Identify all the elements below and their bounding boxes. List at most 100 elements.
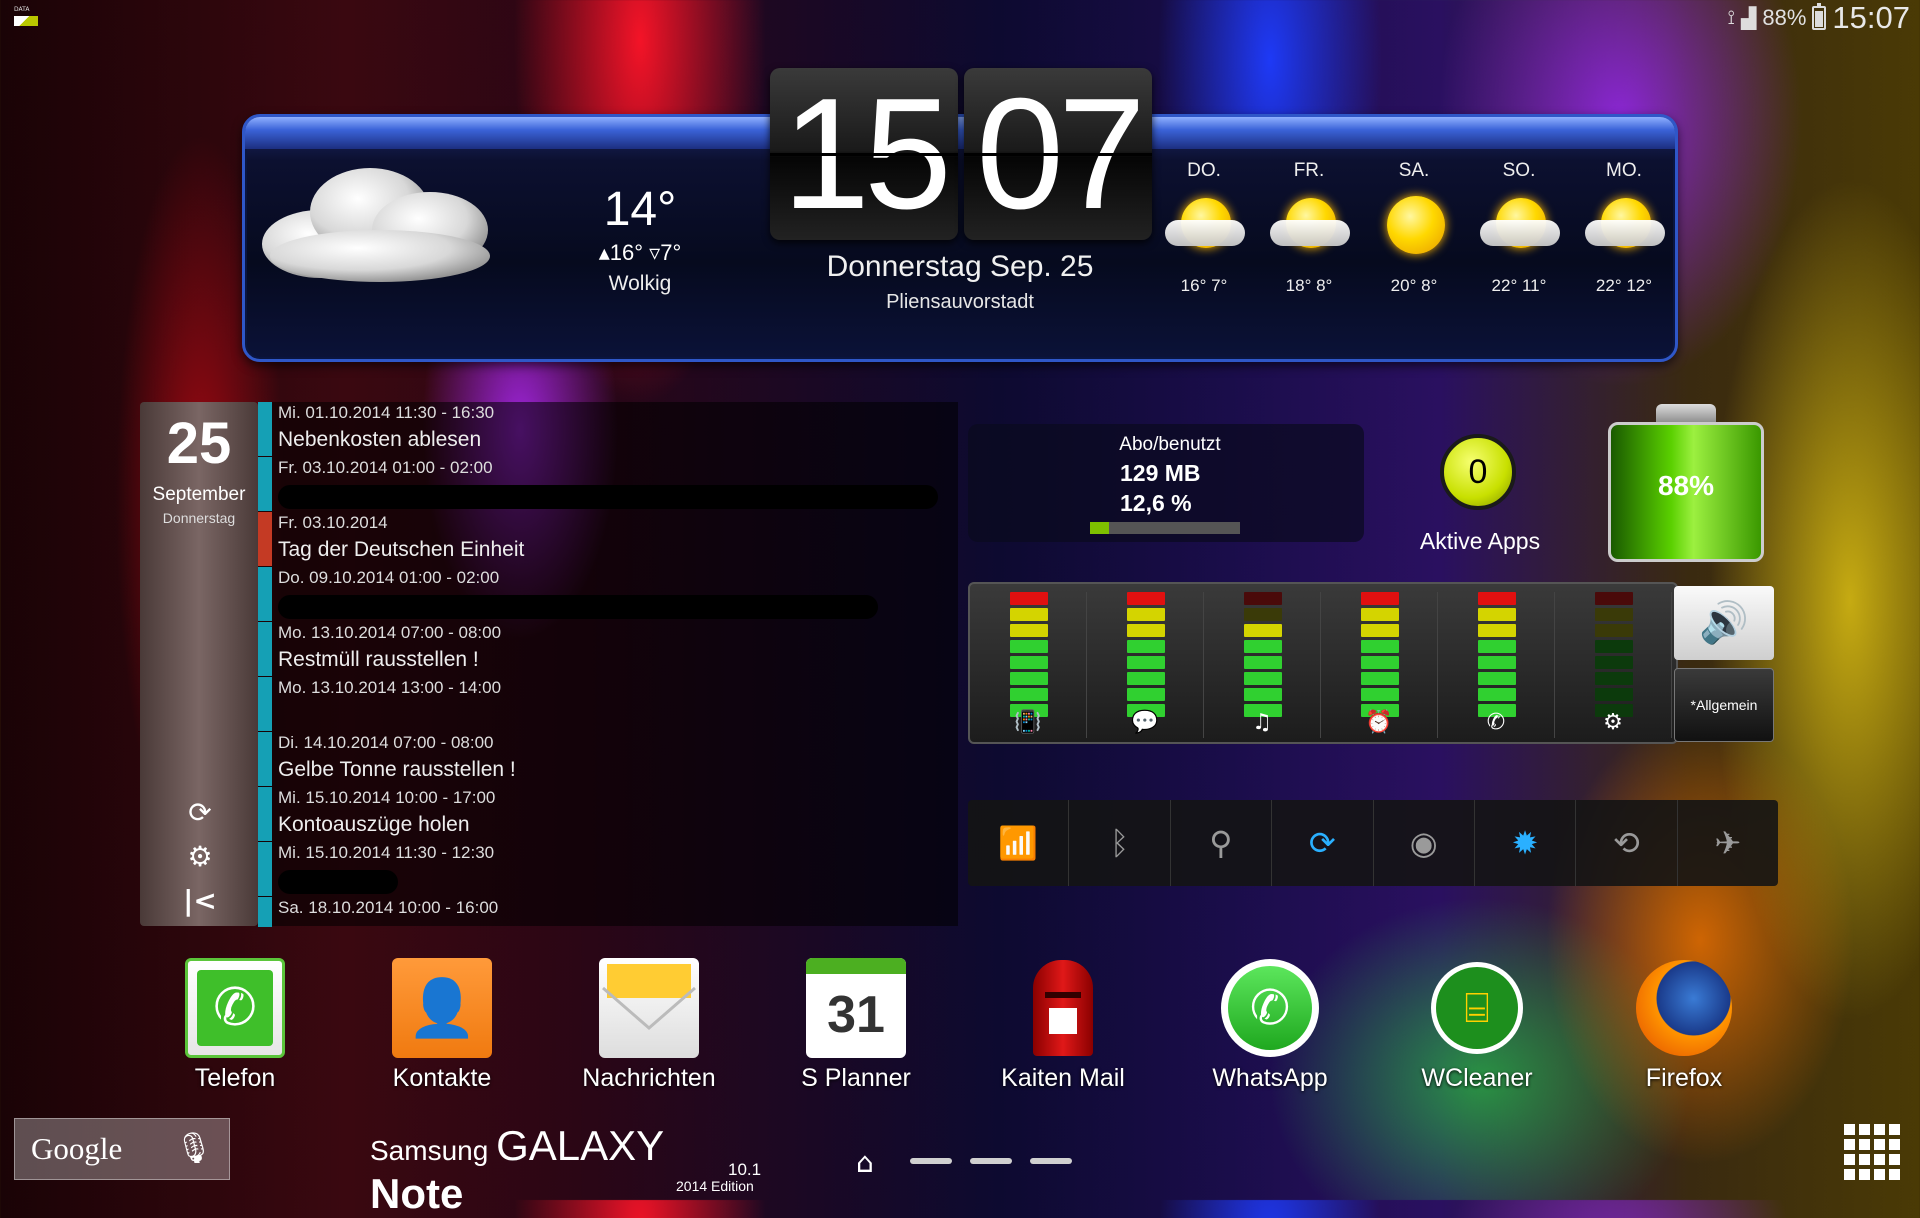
- wifi-icon[interactable]: 📶: [968, 800, 1070, 886]
- list-item[interactable]: Mo. 13.10.2014 13:00 - 14:00: [258, 677, 958, 732]
- clock-hour[interactable]: 15: [770, 68, 958, 240]
- list-item[interactable]: Mo. 13.10.2014 07:00 - 08:00 Restmüll ra…: [258, 622, 958, 677]
- status-bar: DATA ⟟ ▟ 88% 15:07: [0, 0, 1920, 36]
- refresh-icon[interactable]: ⟳: [180, 796, 220, 840]
- list-item[interactable]: Fr. 03.10.2014 Tag der Deutschen Einheit: [258, 512, 958, 567]
- volume-segment: [1361, 688, 1399, 701]
- system-icon[interactable]: ⚙: [1555, 710, 1671, 735]
- notification-icon[interactable]: 💬: [1087, 710, 1203, 735]
- volume-meter[interactable]: [1595, 592, 1633, 720]
- alarm-icon[interactable]: ⏰: [1321, 710, 1437, 735]
- redacted-text: [278, 595, 878, 619]
- list-item[interactable]: Mi. 15.10.2014 11:30 - 12:30: [258, 842, 958, 897]
- volume-meter[interactable]: [1010, 592, 1048, 720]
- app-kaiten-mail[interactable]: Kaiten Mail: [978, 958, 1148, 1093]
- battery-widget[interactable]: 88%: [1608, 404, 1764, 562]
- ringtone-icon[interactable]: 📳: [970, 710, 1086, 735]
- volume-channel[interactable]: 💬: [1087, 592, 1204, 738]
- volume-segment: [1010, 672, 1048, 685]
- app-wcleaner[interactable]: ⌸ WCleaner: [1392, 958, 1562, 1093]
- brightness-icon[interactable]: ✹: [1475, 800, 1577, 886]
- airplane-icon[interactable]: ✈: [1678, 800, 1778, 886]
- volume-meter[interactable]: [1244, 592, 1282, 720]
- current-high-low: ▴16° ▿7°: [598, 240, 682, 265]
- volume-segment: [1127, 592, 1165, 605]
- volume-channel[interactable]: ⏰: [1321, 592, 1438, 738]
- redacted-text: [278, 485, 938, 509]
- volume-meter[interactable]: [1478, 592, 1516, 720]
- forecast-day: SO. 22° 11°: [1469, 160, 1569, 296]
- jump-back-icon[interactable]: |<: [180, 884, 220, 928]
- wifi-signal-icon: ⟟: [1727, 6, 1735, 29]
- sync-icon[interactable]: ⟳: [1272, 800, 1374, 886]
- list-item[interactable]: Sa. 18.10.2014 10:00 - 16:00: [258, 897, 958, 927]
- messages-icon: [599, 958, 699, 1058]
- google-search-bar[interactable]: Google 🎙: [14, 1118, 230, 1180]
- volume-segment: [1010, 656, 1048, 669]
- app-whatsapp[interactable]: ✆ WhatsApp: [1185, 958, 1355, 1093]
- volume-segment: [1010, 592, 1048, 605]
- sun-icon: [1369, 190, 1459, 264]
- calendar-controls: ⟳ ⚙ |<: [180, 796, 220, 928]
- volume-segment: [1244, 640, 1282, 653]
- location-icon[interactable]: ⚲: [1171, 800, 1273, 886]
- active-apps-label: Aktive Apps: [1419, 528, 1541, 554]
- list-item[interactable]: Do. 09.10.2014 01:00 - 02:00: [258, 567, 958, 622]
- app-nachrichten[interactable]: Nachrichten: [564, 958, 734, 1093]
- device-model: 10.1: [728, 1160, 762, 1179]
- volume-segment: [1478, 672, 1516, 685]
- device-edition: 2014 Edition: [676, 1178, 754, 1194]
- list-item[interactable]: Di. 14.10.2014 07:00 - 08:00 Gelbe Tonne…: [258, 732, 958, 787]
- volume-channel[interactable]: ⚙: [1555, 592, 1672, 738]
- volume-segment: [1127, 608, 1165, 621]
- wcleaner-icon: ⌸: [1427, 958, 1527, 1058]
- list-item[interactable]: Mi. 15.10.2014 10:00 - 17:00 Kontoauszüg…: [258, 787, 958, 842]
- clock-minute[interactable]: 07: [964, 68, 1152, 240]
- volume-channel[interactable]: ✆: [1438, 592, 1555, 738]
- active-apps-count[interactable]: 0: [1440, 434, 1516, 510]
- volume-channel[interactable]: 📳: [970, 592, 1087, 738]
- home-icon[interactable]: ⌂: [856, 1146, 874, 1179]
- volume-segment: [1010, 624, 1048, 637]
- quick-toggles: 📶 ᛒ ⚲ ⟳ ◉ ✹ ⟲ ✈: [968, 800, 1778, 886]
- rotate-icon[interactable]: ⟲: [1576, 800, 1678, 886]
- forecast-day: FR. 18° 8°: [1259, 160, 1359, 296]
- page-dot[interactable]: [970, 1158, 1012, 1164]
- music-icon[interactable]: ♫: [1204, 710, 1320, 735]
- app-s-planner[interactable]: 31 S Planner: [771, 958, 941, 1093]
- page-dot[interactable]: [1030, 1158, 1072, 1164]
- bluetooth-icon[interactable]: ᛒ: [1069, 800, 1171, 886]
- volume-segment: [1595, 592, 1633, 605]
- app-firefox[interactable]: Firefox: [1599, 958, 1769, 1093]
- volume-segment: [1127, 656, 1165, 669]
- calendar-event-list[interactable]: Mi. 01.10.2014 11:30 - 16:30 Nebenkosten…: [258, 402, 958, 927]
- eye-icon[interactable]: ◉: [1374, 800, 1475, 886]
- app-drawer-icon[interactable]: [1844, 1124, 1900, 1180]
- app-kontakte[interactable]: 👤 Kontakte: [357, 958, 527, 1093]
- page-indicator[interactable]: [910, 1158, 1072, 1164]
- status-time: 15:07: [1832, 0, 1910, 35]
- volume-meter[interactable]: [1361, 592, 1399, 720]
- page-dot[interactable]: [910, 1158, 952, 1164]
- microphone-icon[interactable]: 🎙: [175, 1131, 213, 1166]
- volume-channel[interactable]: ♫: [1204, 592, 1321, 738]
- volume-meter[interactable]: [1127, 592, 1165, 720]
- volume-segment: [1244, 608, 1282, 621]
- list-item[interactable]: Mi. 01.10.2014 11:30 - 16:30 Nebenkosten…: [258, 402, 958, 457]
- profile-button[interactable]: *Allgemein: [1674, 668, 1774, 742]
- app-telefon[interactable]: ✆ Telefon: [150, 958, 320, 1093]
- volume-segment: [1595, 656, 1633, 669]
- speaker-icon[interactable]: 🔊: [1674, 586, 1774, 660]
- settings-gear-icon[interactable]: ⚙: [180, 840, 220, 884]
- status-indicators: ⟟ ▟ 88% 15:07: [1727, 0, 1910, 35]
- call-icon[interactable]: ✆: [1438, 710, 1554, 735]
- device-branding: Samsung GALAXY Note: [370, 1122, 664, 1217]
- calendar-month: September: [152, 484, 246, 505]
- volume-mixer: 📳 💬 ♫ ⏰ ✆ ⚙: [968, 582, 1678, 744]
- volume-segment: [1595, 624, 1633, 637]
- volume-segment: [1595, 640, 1633, 653]
- volume-segment: [1127, 688, 1165, 701]
- volume-segment: [1244, 672, 1282, 685]
- list-item[interactable]: Fr. 03.10.2014 01:00 - 02:00: [258, 457, 958, 512]
- current-condition: Wolkig: [608, 272, 672, 295]
